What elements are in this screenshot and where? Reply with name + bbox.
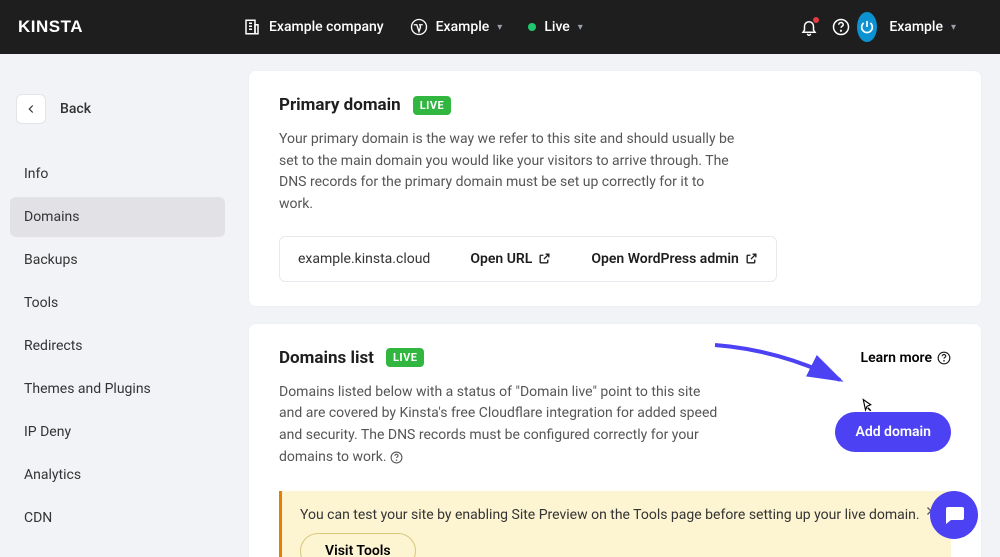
help-button[interactable] (825, 11, 857, 43)
live-badge: LIVE (413, 96, 452, 115)
chevron-down-icon: ▾ (497, 22, 502, 33)
company-selector[interactable]: Example company (243, 18, 384, 36)
user-menu[interactable]: Example ▾ (889, 19, 956, 35)
env-selector[interactable]: Live ▾ (528, 19, 583, 35)
wordpress-icon (410, 18, 428, 36)
help-icon (832, 18, 850, 36)
nav-info[interactable]: Info (10, 154, 225, 194)
add-domain-button[interactable]: Add domain (835, 412, 951, 452)
user-label: Example (889, 19, 943, 35)
nav-redirects[interactable]: Redirects (10, 326, 225, 366)
main-content: Primary domain LIVE Your primary domain … (248, 54, 982, 557)
primary-domain-box: example.kinsta.cloud Open URL Open WordP… (279, 236, 777, 282)
logo: KINSTA (18, 17, 83, 37)
nav-label: Tools (24, 295, 58, 311)
primary-description: Your primary domain is the way we refer … (279, 129, 739, 216)
site-label: Example (436, 19, 490, 35)
power-button[interactable] (857, 11, 889, 43)
hint-text: You can test your site by enabling Site … (300, 507, 920, 523)
live-badge: LIVE (386, 348, 425, 367)
status-dot (528, 23, 536, 31)
arrow-left-icon (24, 102, 38, 116)
nav-analytics[interactable]: Analytics (10, 455, 225, 495)
company-label: Example company (269, 19, 384, 35)
list-description: Domains listed below with a status of "D… (279, 382, 724, 469)
nav-cdn[interactable]: CDN (10, 498, 225, 538)
chat-icon (942, 503, 966, 527)
chevron-down-icon: ▾ (951, 22, 956, 33)
domains-list-card: Domains list LIVE Learn more Domains lis… (248, 323, 982, 557)
nav-tools[interactable]: Tools (10, 283, 225, 323)
notifications-button[interactable] (793, 11, 825, 43)
open-url-label: Open URL (470, 251, 532, 267)
nav-label: Analytics (24, 467, 81, 483)
chat-widget[interactable] (930, 491, 978, 539)
site-preview-hint: You can test your site by enabling Site … (279, 491, 951, 557)
site-selector[interactable]: Example ▾ (410, 18, 503, 36)
power-icon (859, 19, 875, 35)
nav-label: IP Deny (24, 424, 71, 440)
external-link-icon (745, 252, 758, 265)
visit-tools-button[interactable]: Visit Tools (300, 533, 416, 557)
nav-themes-plugins[interactable]: Themes and Plugins (10, 369, 225, 409)
help-icon (937, 351, 951, 365)
primary-title: Primary domain (279, 95, 401, 115)
nav-label: CDN (24, 510, 52, 526)
primary-domain-value: example.kinsta.cloud (298, 251, 430, 267)
chevron-down-icon: ▾ (578, 22, 583, 33)
nav-label: Domains (24, 209, 79, 225)
nav-ip-deny[interactable]: IP Deny (10, 412, 225, 452)
open-url-button[interactable]: Open URL (470, 251, 551, 267)
list-title: Domains list (279, 348, 374, 368)
open-wp-admin-button[interactable]: Open WordPress admin (591, 251, 757, 267)
primary-domain-card: Primary domain LIVE Your primary domain … (248, 70, 982, 307)
back-label: Back (60, 101, 91, 117)
back-button[interactable]: Back (16, 94, 225, 124)
nav-label: Themes and Plugins (24, 381, 151, 397)
external-link-icon (538, 252, 551, 265)
sidebar: Back Info Domains Backups Tools Redirect… (0, 54, 235, 557)
nav-backups[interactable]: Backups (10, 240, 225, 280)
topbar: KINSTA Example company Example ▾ Live ▾ … (0, 0, 1000, 54)
notification-badge (813, 17, 819, 23)
nav-label: Info (24, 166, 48, 182)
env-label: Live (544, 19, 569, 35)
nav-label: Backups (24, 252, 78, 268)
help-icon[interactable] (390, 451, 403, 464)
nav-label: Redirects (24, 338, 83, 354)
learn-more-link[interactable]: Learn more (861, 350, 951, 366)
building-icon (243, 18, 261, 36)
learn-more-label: Learn more (861, 350, 932, 366)
open-wp-label: Open WordPress admin (591, 251, 738, 267)
nav-domains[interactable]: Domains (10, 197, 225, 237)
